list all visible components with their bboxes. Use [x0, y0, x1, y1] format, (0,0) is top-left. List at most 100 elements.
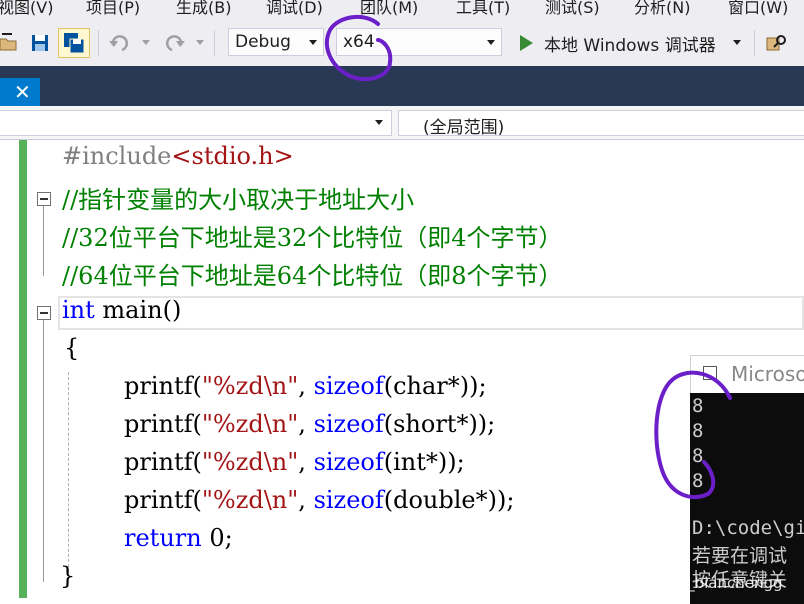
- scope-value: (全局范围): [423, 118, 505, 138]
- code-line-printf: printf("%zd\n", sizeof(short*));: [124, 410, 495, 438]
- find-in-files-icon: [766, 35, 786, 51]
- console-title: Microsoft: [731, 362, 804, 386]
- output-line: 8: [692, 445, 704, 467]
- printf-call: printf(: [124, 372, 202, 400]
- start-debugging-button[interactable]: 本地 Windows 调试器: [512, 28, 736, 58]
- comma: ,: [298, 486, 314, 514]
- redo-dropdown[interactable]: [194, 38, 206, 48]
- save-all-icon: [64, 33, 85, 54]
- code-line-printf: printf("%zd\n", sizeof(char*));: [124, 372, 487, 400]
- navigation-bar: (全局范围): [0, 106, 804, 140]
- code-line-close-brace: }: [60, 562, 76, 590]
- undo-button[interactable]: [106, 32, 134, 54]
- configuration-value: Debug: [235, 32, 291, 52]
- menu-debug[interactable]: 调试(D): [266, 0, 323, 18]
- keyword-int: int: [62, 296, 95, 324]
- scope-select[interactable]: (全局范围): [398, 110, 804, 138]
- chevron-down-icon: [309, 40, 317, 45]
- chevron-down-icon: [733, 40, 741, 45]
- code-line-comment: //32位平台下地址是32个比特位（即4个字节）: [62, 224, 563, 252]
- keyword-sizeof: sizeof: [313, 486, 384, 514]
- chevron-down-icon: [196, 40, 204, 45]
- console-window[interactable]: Microsoft 8 8 8 8 D:\code\gi 若要在调试 按任意键关: [690, 355, 804, 604]
- printf-call: printf(: [124, 448, 202, 476]
- format-string: "%zd\n": [201, 448, 299, 476]
- menu-analyze[interactable]: 分析(N): [634, 0, 690, 18]
- console-output: 8 8 8 8 D:\code\gi 若要在调试 按任意键关: [690, 393, 804, 604]
- format-string: "%zd\n": [201, 486, 299, 514]
- open-folder-icon: [0, 33, 17, 51]
- code-line-return: return 0;: [124, 524, 233, 552]
- format-string: "%zd\n": [201, 372, 299, 400]
- redo-icon: [165, 35, 185, 52]
- save-all-button[interactable]: [58, 28, 90, 58]
- redo-button[interactable]: [160, 32, 188, 54]
- keyword-sizeof: sizeof: [313, 448, 384, 476]
- output-hint-line: 若要在调试: [692, 545, 788, 567]
- sizeof-arg: (double*));: [383, 486, 515, 514]
- keyword-sizeof: sizeof: [313, 372, 384, 400]
- code-editor[interactable]: #include<stdio.h> //指针变量的大小取决于地址大小 //32位…: [0, 140, 804, 604]
- menu-test[interactable]: 测试(S): [545, 0, 600, 18]
- chevron-down-icon: [375, 120, 383, 125]
- save-icon: [32, 35, 48, 51]
- indent-guide: [68, 372, 69, 572]
- close-icon[interactable]: ✕: [14, 82, 31, 102]
- code-line-comment: //64位平台下地址是64个比特位（即8个字节）: [62, 262, 563, 290]
- toolbar: Debug x64 本地 Windows 调试器: [0, 20, 804, 66]
- platform-value: x64: [343, 32, 375, 52]
- printf-call: printf(: [124, 410, 202, 438]
- document-tab-strip: ✕: [0, 66, 804, 106]
- find-in-files-button[interactable]: [764, 32, 790, 54]
- change-tracking-bar: [19, 140, 27, 598]
- sizeof-arg: (int*));: [383, 448, 465, 476]
- include-directive: #include: [62, 142, 172, 170]
- code-line-main: int main(): [62, 296, 181, 324]
- menu-bar: 视图(V) 项目(P) 生成(B) 调试(D) 团队(M) 工具(T) 测试(S…: [0, 0, 804, 20]
- main-signature: main(): [94, 296, 182, 324]
- play-icon: [520, 35, 533, 51]
- menu-window[interactable]: 窗口(W): [728, 0, 788, 18]
- console-title-bar[interactable]: Microsoft: [690, 355, 804, 393]
- open-folder-button[interactable]: [0, 32, 20, 54]
- watermark: CSDN @syz_bianchengg: [600, 574, 783, 592]
- menu-build[interactable]: 生成(B): [176, 0, 231, 18]
- output-line: 8: [692, 470, 704, 492]
- printf-call: printf(: [124, 486, 202, 514]
- return-value: 0;: [201, 524, 233, 552]
- comma: ,: [298, 448, 314, 476]
- output-line: 8: [692, 395, 704, 417]
- comma: ,: [298, 410, 314, 438]
- code-line-printf: printf("%zd\n", sizeof(double*));: [124, 486, 514, 514]
- menu-view[interactable]: 视图(V): [0, 0, 53, 18]
- fold-toggle-comments[interactable]: [37, 192, 51, 206]
- keyword-sizeof: sizeof: [313, 410, 384, 438]
- menu-project[interactable]: 项目(P): [86, 0, 140, 18]
- sizeof-arg: (char*));: [383, 372, 487, 400]
- platform-select[interactable]: x64: [336, 28, 502, 56]
- code-line-open-brace: {: [64, 334, 80, 362]
- comma: ,: [298, 372, 314, 400]
- sizeof-arg: (short*));: [383, 410, 496, 438]
- menu-tools[interactable]: 工具(T): [456, 0, 510, 18]
- format-string: "%zd\n": [201, 410, 299, 438]
- chevron-down-icon: [142, 40, 150, 45]
- code-line-comment: //指针变量的大小取决于地址大小: [62, 186, 415, 214]
- run-target-dropdown[interactable]: [730, 38, 744, 48]
- output-line: 8: [692, 420, 704, 442]
- fold-toggle-main[interactable]: [37, 306, 51, 320]
- console-app-icon: [703, 366, 717, 380]
- undo-icon: [109, 35, 129, 52]
- code-line-include: #include<stdio.h>: [62, 142, 294, 170]
- menu-team[interactable]: 团队(M): [360, 0, 418, 18]
- output-path-line: D:\code\gi: [692, 517, 804, 539]
- include-file: <stdio.h>: [171, 142, 294, 170]
- undo-dropdown[interactable]: [140, 38, 152, 48]
- configuration-select[interactable]: Debug: [228, 28, 324, 56]
- run-label: 本地 Windows 调试器: [544, 35, 716, 56]
- keyword-return: return: [124, 524, 202, 552]
- project-scope-select[interactable]: [0, 110, 392, 136]
- save-button[interactable]: [28, 32, 52, 54]
- chevron-down-icon: [487, 40, 495, 45]
- code-line-printf: printf("%zd\n", sizeof(int*));: [124, 448, 465, 476]
